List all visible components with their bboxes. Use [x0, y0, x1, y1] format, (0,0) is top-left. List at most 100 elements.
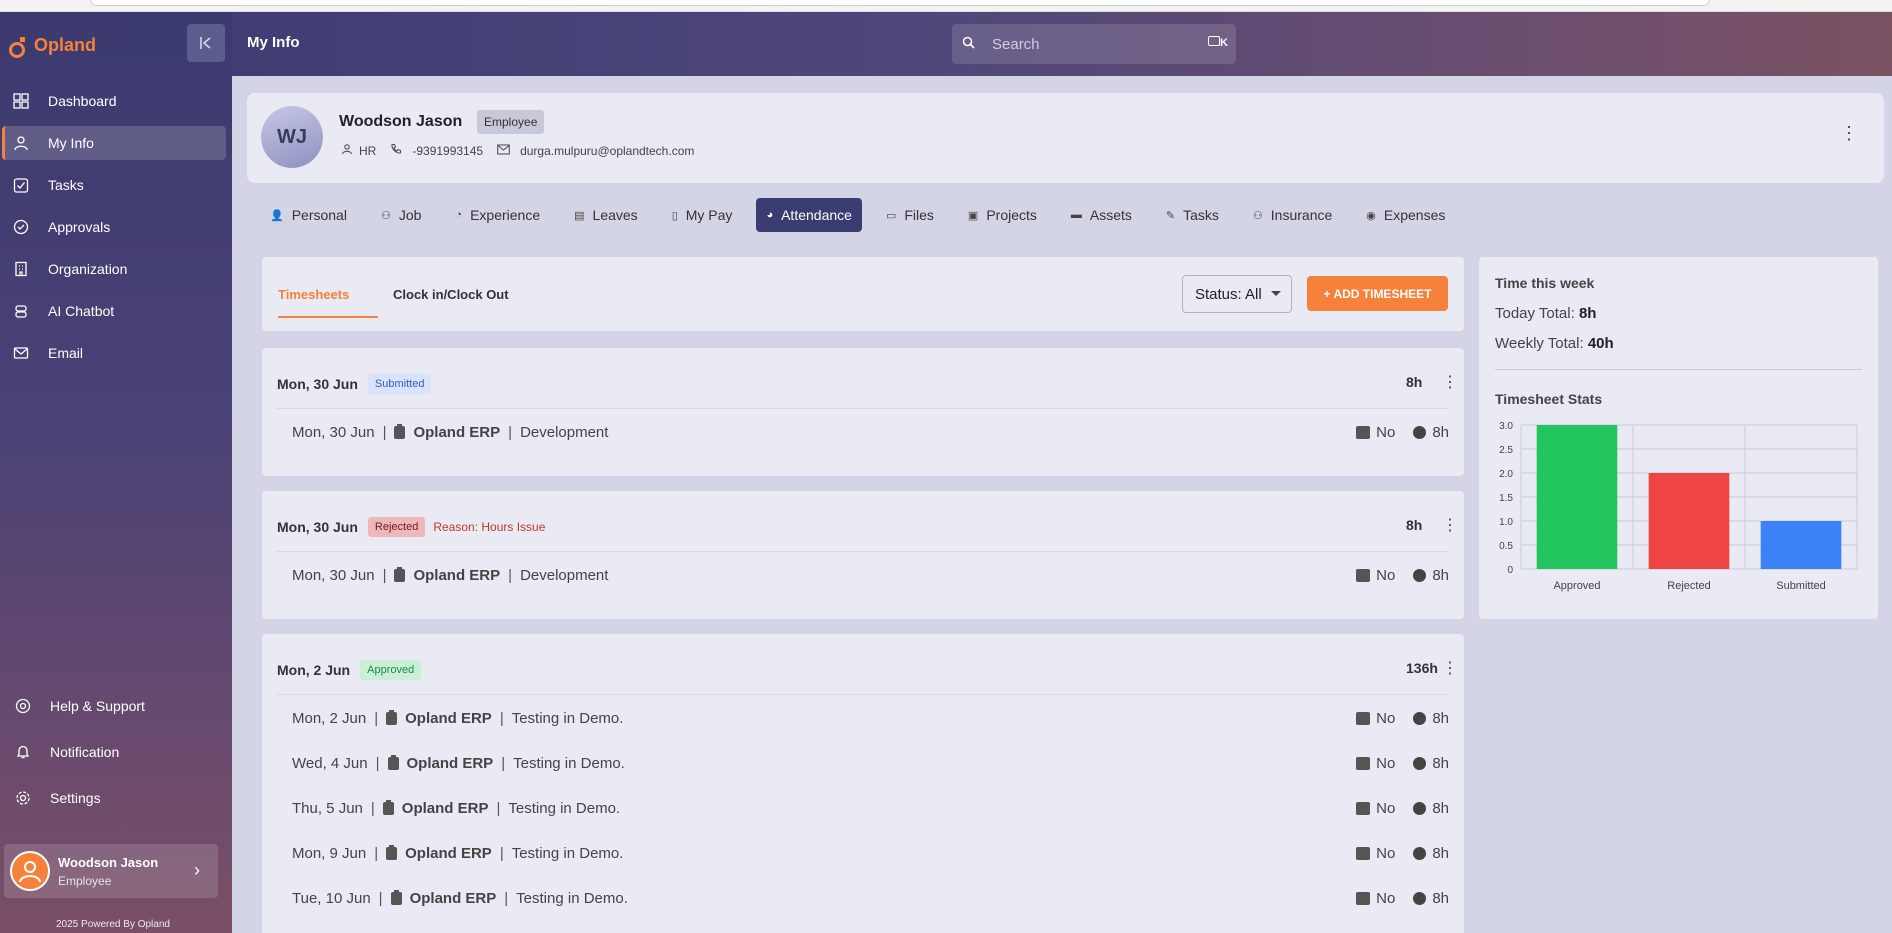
status-badge: Rejected	[367, 517, 426, 537]
timesheet-group: Mon, 30 Jun Submitted 8h ⋮ Mon, 30 Jun |…	[262, 348, 1464, 476]
timesheet-group: Mon, 2 Jun Approved 136h ⋮ Mon, 2 Jun | …	[262, 634, 1464, 933]
user-icon	[12, 134, 30, 152]
browser-chrome	[0, 0, 1892, 12]
separator: |	[374, 709, 379, 727]
divider	[277, 694, 1449, 695]
sidebar-bottom-nav: Help & Support Notification Settings	[6, 689, 226, 827]
clock-icon	[1413, 425, 1427, 439]
billable-icon	[1356, 801, 1371, 815]
tab-leaves[interactable]: ▤ Leaves	[564, 198, 648, 232]
entry-project: Opland ERP	[413, 566, 501, 584]
entry-project: Opland ERP	[406, 754, 494, 772]
sidebar-item-tasks[interactable]: Tasks	[2, 168, 226, 202]
sidebar-item-dashboard[interactable]: Dashboard	[2, 84, 226, 118]
weekly-total-value: 40h	[1587, 335, 1614, 352]
timesheet-entry-row[interactable]: Mon, 30 Jun | Opland ERP | Development N…	[292, 565, 1452, 585]
panel-title: Time this week	[1495, 275, 1595, 291]
tab-expenses[interactable]: ◉ Expenses	[1356, 198, 1455, 232]
sidebar-item-label: Email	[48, 345, 84, 361]
billable-icon	[1356, 756, 1371, 770]
chevron-right-icon[interactable]: ›	[194, 860, 200, 881]
department-icon	[341, 143, 353, 158]
sidebar-item-label: Tasks	[48, 177, 84, 193]
tab-experience[interactable]: ◔ Experience	[445, 198, 550, 232]
sidebar-item-label: Dashboard	[48, 93, 117, 109]
email-icon	[12, 344, 30, 362]
page-title: My Info	[247, 34, 300, 51]
entry-billable: No	[1376, 566, 1396, 584]
projects-icon: ▣	[967, 209, 979, 222]
divider	[277, 551, 1449, 552]
user-avatar-icon	[19, 861, 41, 883]
timesheet-entry-row[interactable]: Mon, 30 Jun | Opland ERP | Development N…	[292, 422, 1452, 442]
chatbot-icon	[12, 302, 30, 320]
sidebar-item-my-info[interactable]: My Info	[2, 126, 226, 160]
tab-label: Leaves	[592, 207, 638, 223]
today-total-label: Today Total:	[1495, 305, 1575, 322]
search-icon	[962, 36, 978, 52]
tab-insurance[interactable]: ⚇ Insurance	[1243, 198, 1342, 232]
tab-label: Expenses	[1383, 207, 1446, 223]
timesheet-entry-row[interactable]: Wed, 4 Jun | Opland ERP | Testing in Dem…	[292, 753, 1452, 773]
entry-task: Testing in Demo.	[516, 889, 628, 907]
entry-task: Development	[520, 566, 609, 584]
tab-tasks[interactable]: ✎ Tasks	[1156, 198, 1229, 232]
timesheet-entry-row[interactable]: Mon, 9 Jun | Opland ERP | Testing in Dem…	[292, 843, 1452, 863]
entry-billable: No	[1376, 423, 1396, 441]
user-card[interactable]: Woodson Jason Employee ›	[4, 844, 218, 898]
separator: |	[382, 566, 387, 584]
footer-note: 2025 Powered By Opland	[56, 919, 170, 930]
more-vertical-icon[interactable]: ⋮	[1442, 658, 1458, 678]
search-input[interactable]	[992, 35, 1192, 53]
tab-clock-in-out[interactable]: Clock in/Clock Out	[393, 287, 509, 302]
tab-files[interactable]: ▭ Files	[876, 198, 944, 232]
separator: |	[508, 566, 513, 584]
more-vertical-icon[interactable]: ⋮	[1442, 515, 1458, 535]
billable-icon	[1356, 568, 1371, 582]
user-name: Woodson Jason	[58, 854, 159, 870]
entry-hours: 8h	[1432, 754, 1449, 772]
sidebar-item-organization[interactable]: Organization	[2, 252, 226, 286]
sidebar-item-ai-chatbot[interactable]: AI Chatbot	[2, 294, 226, 328]
separator: |	[374, 844, 379, 862]
brand[interactable]: Opland	[8, 32, 96, 58]
today-total: Today Total: 8h	[1495, 305, 1596, 322]
group-hours: 8h	[1406, 374, 1423, 390]
tab-my-pay[interactable]: ▯ My Pay	[662, 198, 743, 232]
tab-attendance[interactable]: ◕ Attendance	[756, 198, 862, 232]
y-tick-label: 2.5	[1499, 445, 1513, 456]
timesheet-entry-row[interactable]: Tue, 10 Jun | Opland ERP | Testing in De…	[292, 888, 1452, 908]
profile-email[interactable]: durga.mulpuru@oplandtech.com	[520, 144, 694, 158]
tab-job[interactable]: ⚇ Job	[371, 198, 431, 232]
sidebar-item-help-support[interactable]: Help & Support	[6, 689, 226, 723]
billable-icon	[1356, 846, 1371, 860]
entry-hours: 8h	[1432, 709, 1449, 727]
more-vertical-icon[interactable]: ⋮	[1840, 123, 1858, 144]
status-badge: Approved	[360, 660, 422, 680]
entry-task: Testing in Demo.	[508, 799, 621, 817]
timesheet-entry-row[interactable]: Mon, 2 Jun | Opland ERP | Testing in Dem…	[292, 708, 1452, 728]
separator: |	[499, 709, 504, 727]
sidebar-item-settings[interactable]: Settings	[6, 781, 226, 815]
expenses-icon: ◉	[1366, 209, 1376, 222]
entry-billable: No	[1376, 799, 1396, 817]
organization-icon	[12, 260, 30, 278]
add-timesheet-button[interactable]: + ADD TIMESHEET	[1307, 276, 1448, 311]
sidebar-item-notification[interactable]: Notification	[6, 735, 226, 769]
collapse-sidebar-button[interactable]	[187, 24, 225, 62]
tab-personal[interactable]: 👤 Personal	[260, 198, 357, 232]
search-box[interactable]: K	[952, 24, 1236, 64]
tab-assets[interactable]: ▬ Assets	[1061, 198, 1142, 232]
timesheet-toolbar: Timesheets Clock in/Clock Out Status: Al…	[262, 257, 1464, 331]
timesheet-entry-row[interactable]: Thu, 5 Jun | Opland ERP | Testing in Dem…	[292, 798, 1452, 818]
gear-icon	[14, 789, 32, 807]
tab-projects[interactable]: ▣ Projects	[958, 198, 1047, 232]
address-bar[interactable]	[90, 0, 1710, 6]
more-vertical-icon[interactable]: ⋮	[1442, 372, 1458, 392]
tab-timesheets[interactable]: Timesheets	[278, 287, 362, 302]
sidebar-item-approvals[interactable]: Approvals	[2, 210, 226, 244]
bar-submitted	[1760, 521, 1842, 569]
sidebar-item-email[interactable]: Email	[2, 336, 226, 370]
status-filter-select[interactable]: Status: All	[1182, 275, 1292, 313]
laptop-icon: ▬	[1070, 209, 1082, 221]
